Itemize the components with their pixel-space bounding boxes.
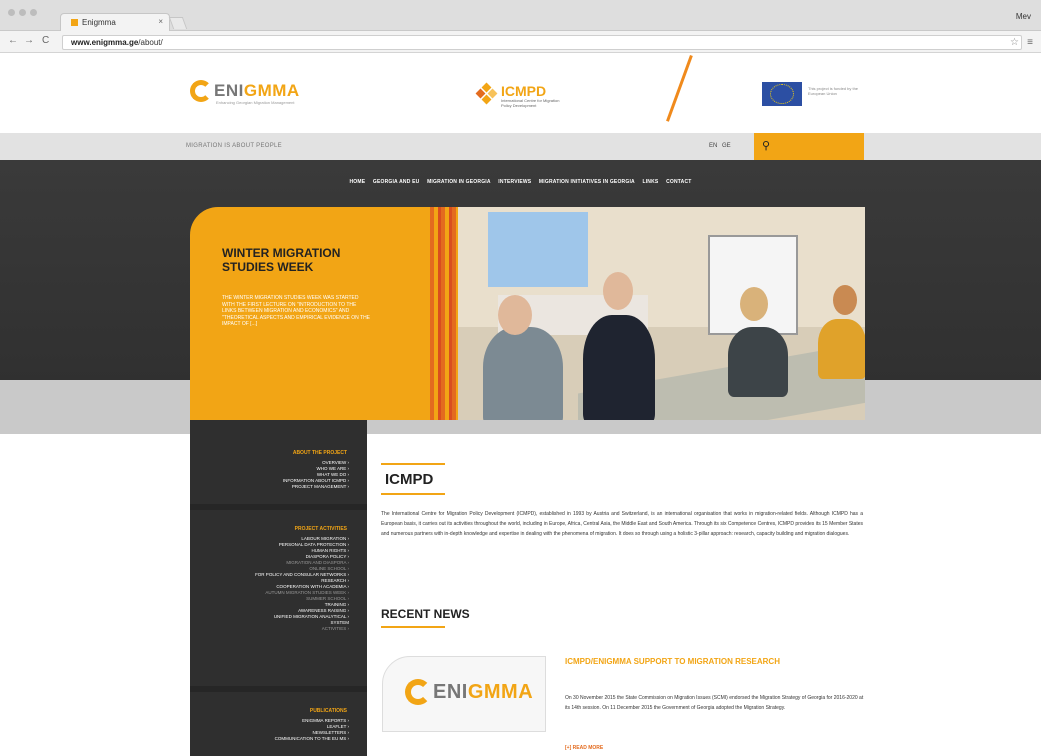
bookmark-star-icon[interactable]: ☆ [1010,37,1019,48]
hero-description: THE WINTER MIGRATION STUDIES WEEK WAS ST… [222,295,371,327]
sidebar-item-project-management[interactable]: PROJECT MANAGEMENT › [292,484,349,490]
recent-news-heading: RECENT NEWS [381,607,470,621]
sidebar-heading-publications[interactable]: PUBLICATIONS [310,708,347,714]
back-icon[interactable]: ← [8,35,18,46]
logo-text-gmma: GMMA [243,81,300,100]
eu-flag-icon [762,82,802,106]
nav-interviews[interactable]: INTERVIEWS [498,179,531,185]
search-icon[interactable]: ⚲ [762,139,770,152]
hero-title[interactable]: WINTER MIGRATION STUDIES WEEK [222,246,362,274]
lang-en-link[interactable]: EN [709,143,717,149]
nav-home[interactable]: HOME [349,179,365,185]
eu-funding-text: This project is funded by the European U… [808,86,859,96]
address-bar[interactable]: www.enigmma.ge/about/ [62,35,1022,50]
search-box[interactable]: ⚲ [754,133,864,160]
browser-menu-icon[interactable]: ≡ [1027,37,1033,48]
sidebar-divider [190,504,367,510]
heading-accent [381,626,445,628]
nav-migration-initiatives[interactable]: MIGRATION INITIATIVES IN GEORGIA [539,179,635,185]
sidebar-heading-about[interactable]: ABOUT THE PROJECT [293,450,347,456]
decorative-slash [666,55,693,122]
logo-tagline: Enhancing Georgian Migration Management [216,100,295,105]
icmpd-logo[interactable]: ICMPD International Centre for Migration… [475,82,571,108]
sidebar-heading-activities[interactable]: PROJECT ACTIVITIES [295,526,347,532]
sidebar-item-activities[interactable]: ACTIVITIES › [322,626,349,632]
reload-icon[interactable]: C [42,35,49,46]
maximize-window-icon[interactable] [30,9,37,16]
enigmma-logo-mark-icon [405,679,431,705]
enigmma-logo-mark-icon [190,80,212,102]
minimize-window-icon[interactable] [19,9,26,16]
language-switcher: EN GE [709,143,731,149]
nav-contact[interactable]: CONTACT [666,179,691,185]
url-host: www.enigmma.ge [71,38,139,47]
news-title[interactable]: ICMPD/ENIGMMA SUPPORT TO MIGRATION RESEA… [565,657,825,667]
close-window-icon[interactable] [8,9,15,16]
forward-icon[interactable]: → [24,35,34,46]
heading-accent [381,463,445,465]
main-navigation: HOME GEORGIA AND EU MIGRATION IN GEORGIA… [0,179,1041,185]
icmpd-name: ICMPD [501,83,547,99]
sidebar-divider [190,686,367,692]
sidebar-item-communication-eu[interactable]: COMMUNICATION TO THE EU MS › [275,736,349,742]
read-more-link[interactable]: [+] READ MORE [565,745,603,751]
heading-accent [381,493,445,495]
user-profile-label[interactable]: Mev [1016,12,1031,21]
url-path: /about/ [138,38,163,47]
tab-title: Enigmma [82,18,116,27]
hero-photo [458,207,865,420]
tab-close-icon[interactable]: × [158,17,163,26]
icmpd-subtitle: International Centre for Migration Polic… [501,98,560,108]
logo-text-eni: ENI [214,81,244,100]
nav-links[interactable]: LINKS [642,179,658,185]
sidebar: ABOUT THE PROJECT OVERVIEW › WHO WE ARE … [190,420,367,756]
nav-migration-in-georgia[interactable]: MIGRATION IN GEORGIA [427,179,491,185]
hero-decorative-stripes [430,207,458,420]
intro-paragraph: The International Centre for Migration P… [381,511,863,537]
page-title: ICMPD [385,471,434,488]
topbar [0,133,1041,160]
icmpd-diamond-icon [475,82,498,105]
favicon-icon [71,19,78,26]
site-tagline: MIGRATION IS ABOUT PEOPLE [186,143,282,149]
lang-ge-link[interactable]: GE [722,143,731,149]
enigmma-logo[interactable]: ENIGMMA Enhancing Georgian Migration Man… [190,80,300,105]
nav-georgia-and-eu[interactable]: GEORGIA AND EU [373,179,420,185]
browser-tab[interactable]: Enigmma × [60,13,170,31]
news-excerpt: On 30 November 2015 the State Commission… [565,695,864,711]
news-thumbnail[interactable]: ENIGMMA [382,656,546,732]
